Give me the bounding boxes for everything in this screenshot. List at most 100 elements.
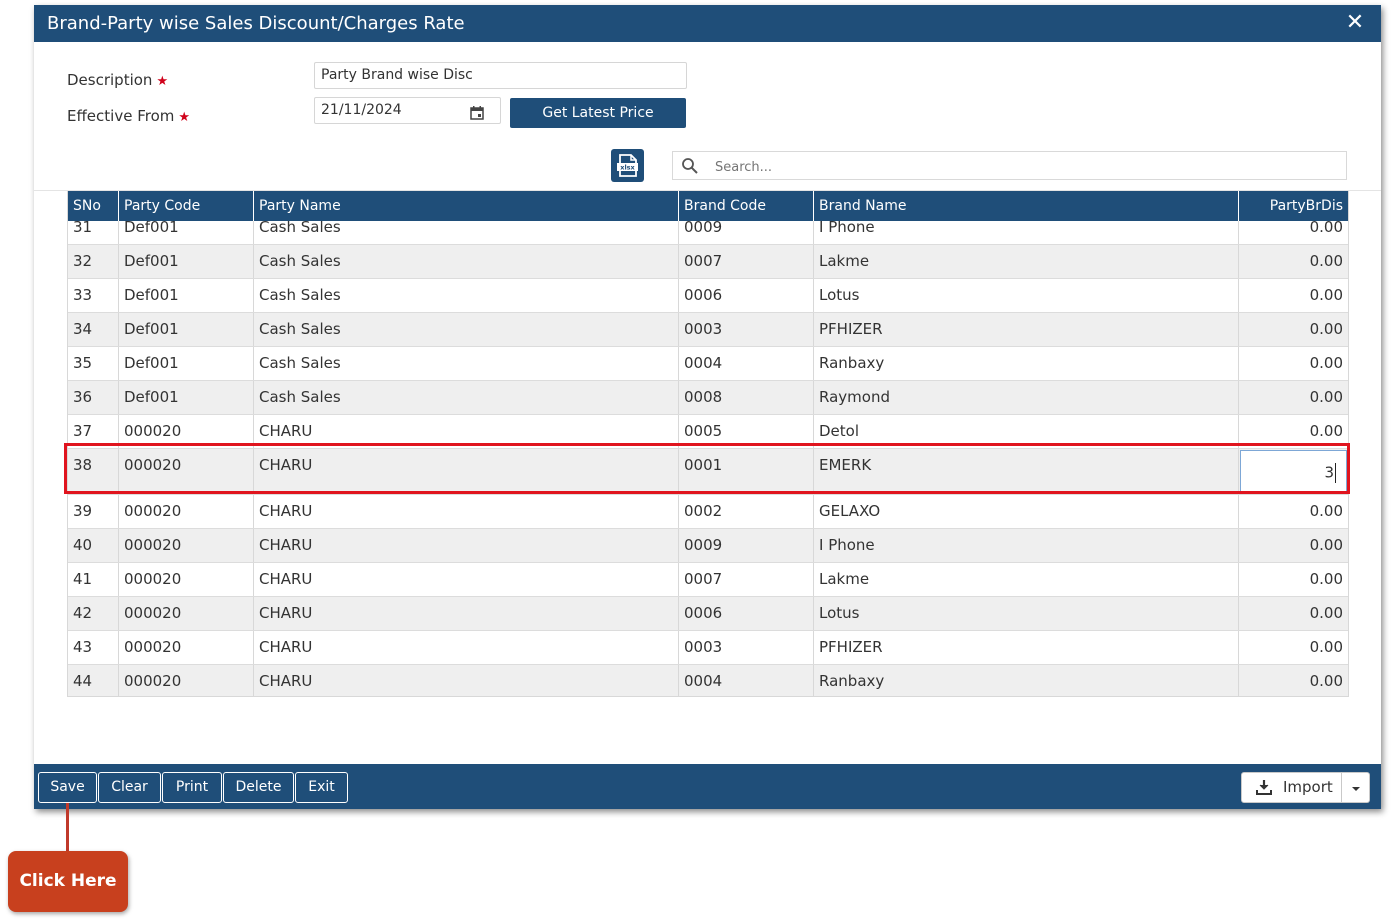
cell-brand-code[interactable]: 0007 — [679, 563, 814, 596]
cell-party-br-dis[interactable]: 0.00 — [1239, 563, 1348, 596]
cell-brand-code[interactable]: 0006 — [679, 279, 814, 312]
cell-party-name[interactable]: CHARU — [254, 495, 679, 528]
cell-brand-code[interactable]: 0007 — [679, 245, 814, 278]
cell-brand-name[interactable]: Lakme — [814, 245, 1239, 278]
cell-party-name[interactable]: CHARU — [254, 415, 679, 448]
cell-brand-name[interactable]: Lotus — [814, 279, 1239, 312]
column-header-party-code[interactable]: Party Code — [119, 191, 254, 221]
cell-brand-code[interactable]: 0009 — [679, 529, 814, 562]
cell-party-br-dis[interactable]: 0.00 — [1239, 245, 1348, 278]
clear-button[interactable]: Clear — [98, 772, 161, 803]
calendar-icon[interactable] — [470, 106, 484, 120]
cell-sno[interactable]: 36 — [68, 381, 119, 414]
cell-brand-code[interactable]: 0005 — [679, 415, 814, 448]
exit-button[interactable]: Exit — [295, 772, 348, 803]
save-button[interactable]: Save — [38, 772, 97, 803]
cell-party-br-dis[interactable]: 0.00 — [1239, 665, 1348, 696]
cell-party-code[interactable]: 000020 — [119, 597, 254, 630]
table-row[interactable]: 43 000020 CHARU 0003 PFHIZER 0.00 — [68, 631, 1348, 665]
table-row[interactable]: 44 000020 CHARU 0004 Ranbaxy 0.00 — [68, 665, 1348, 696]
cell-party-name[interactable]: CHARU — [254, 597, 679, 630]
column-header-brand-code[interactable]: Brand Code — [679, 191, 814, 221]
cell-sno[interactable]: 43 — [68, 631, 119, 664]
cell-party-code[interactable]: 000020 — [119, 665, 254, 696]
table-row[interactable]: 35 Def001 Cash Sales 0004 Ranbaxy 0.00 — [68, 347, 1348, 381]
cell-party-code[interactable]: Def001 — [119, 313, 254, 346]
cell-party-br-dis[interactable]: 0.00 — [1239, 313, 1348, 346]
cell-party-code[interactable]: 000020 — [119, 495, 254, 528]
get-latest-price-button[interactable]: Get Latest Price — [510, 98, 686, 128]
cell-brand-code[interactable]: 0008 — [679, 381, 814, 414]
cell-brand-code[interactable]: 0001 — [679, 449, 814, 494]
cell-party-code[interactable]: 000020 — [119, 449, 254, 494]
cell-party-br-dis[interactable]: 0.00 — [1239, 381, 1348, 414]
cell-sno[interactable]: 34 — [68, 313, 119, 346]
cell-brand-name[interactable]: Detol — [814, 415, 1239, 448]
cell-brand-code[interactable]: 0004 — [679, 665, 814, 696]
import-button[interactable]: Import — [1241, 772, 1342, 803]
cell-party-name[interactable]: CHARU — [254, 665, 679, 696]
cell-brand-name[interactable]: Lotus — [814, 597, 1239, 630]
cell-sno[interactable]: 35 — [68, 347, 119, 380]
cell-brand-name[interactable]: Lakme — [814, 563, 1239, 596]
cell-party-code[interactable]: 000020 — [119, 415, 254, 448]
cell-party-code[interactable]: 000020 — [119, 563, 254, 596]
cell-party-code[interactable]: Def001 — [119, 381, 254, 414]
column-header-party-name[interactable]: Party Name — [254, 191, 679, 221]
table-row[interactable]: 33 Def001 Cash Sales 0006 Lotus 0.00 — [68, 279, 1348, 313]
cell-party-name[interactable]: CHARU — [254, 529, 679, 562]
column-header-brand-name[interactable]: Brand Name — [814, 191, 1239, 221]
table-row[interactable]: 32 Def001 Cash Sales 0007 Lakme 0.00 — [68, 245, 1348, 279]
cell-party-name[interactable]: Cash Sales — [254, 279, 679, 312]
cell-sno[interactable]: 32 — [68, 245, 119, 278]
cell-sno[interactable]: 41 — [68, 563, 119, 596]
party-br-dis-edit-input[interactable]: 3 — [1240, 450, 1347, 493]
description-input[interactable] — [314, 62, 687, 89]
cell-party-br-dis[interactable]: 0.00 — [1239, 347, 1348, 380]
cell-party-name[interactable]: Cash Sales — [254, 245, 679, 278]
cell-brand-name[interactable]: Ranbaxy — [814, 665, 1239, 696]
cell-brand-name[interactable]: PFHIZER — [814, 313, 1239, 346]
cell-sno[interactable]: 33 — [68, 279, 119, 312]
table-row[interactable]: 40 000020 CHARU 0009 I Phone 0.00 — [68, 529, 1348, 563]
cell-party-br-dis[interactable]: 0.00 — [1239, 597, 1348, 630]
cell-brand-name[interactable]: PFHIZER — [814, 631, 1239, 664]
cell-party-name[interactable]: Cash Sales — [254, 347, 679, 380]
column-header-party-br-dis[interactable]: PartyBrDis — [1239, 191, 1348, 221]
cell-party-code[interactable]: Def001 — [119, 245, 254, 278]
cell-sno[interactable]: 38 — [68, 449, 119, 494]
table-row[interactable]: 37 000020 CHARU 0005 Detol 0.00 — [68, 415, 1348, 449]
cell-party-code[interactable]: Def001 — [119, 279, 254, 312]
cell-brand-name[interactable]: Ranbaxy — [814, 347, 1239, 380]
cell-party-name[interactable]: CHARU — [254, 631, 679, 664]
cell-party-name[interactable]: CHARU — [254, 449, 679, 494]
table-row[interactable]: 41 000020 CHARU 0007 Lakme 0.00 — [68, 563, 1348, 597]
cell-party-code[interactable]: Def001 — [119, 347, 254, 380]
cell-party-code[interactable]: 000020 — [119, 529, 254, 562]
cell-party-br-dis[interactable]: 0.00 — [1239, 631, 1348, 664]
cell-brand-code[interactable]: 0003 — [679, 631, 814, 664]
cell-party-br-dis[interactable]: 0.00 — [1239, 529, 1348, 562]
column-header-sno[interactable]: SNo — [68, 191, 119, 221]
cell-party-br-dis[interactable]: 0.00 — [1239, 415, 1348, 448]
cell-party-code[interactable]: 000020 — [119, 631, 254, 664]
cell-sno[interactable]: 40 — [68, 529, 119, 562]
import-dropdown-button[interactable] — [1342, 772, 1370, 803]
cell-party-br-dis[interactable]: 0.00 — [1239, 495, 1348, 528]
cell-party-name[interactable]: Cash Sales — [254, 381, 679, 414]
table-row[interactable]: 39 000020 CHARU 0002 GELAXO 0.00 — [68, 495, 1348, 529]
cell-sno[interactable]: 37 — [68, 415, 119, 448]
table-row[interactable]: 36 Def001 Cash Sales 0008 Raymond 0.00 — [68, 381, 1348, 415]
cell-party-br-dis[interactable]: 0.00 — [1239, 279, 1348, 312]
print-button[interactable]: Print — [162, 772, 222, 803]
cell-brand-code[interactable]: 0002 — [679, 495, 814, 528]
close-button[interactable]: ✕ — [1343, 10, 1367, 36]
table-row[interactable]: 34 Def001 Cash Sales 0003 PFHIZER 0.00 — [68, 313, 1348, 347]
cell-party-name[interactable]: Cash Sales — [254, 313, 679, 346]
cell-brand-name[interactable]: I Phone — [814, 529, 1239, 562]
delete-button[interactable]: Delete — [223, 772, 294, 803]
cell-sno[interactable]: 42 — [68, 597, 119, 630]
cell-sno[interactable]: 39 — [68, 495, 119, 528]
table-row[interactable]: 42 000020 CHARU 0006 Lotus 0.00 — [68, 597, 1348, 631]
table-row-selected[interactable]: 38 000020 CHARU 0001 EMERK 3 — [68, 449, 1348, 495]
